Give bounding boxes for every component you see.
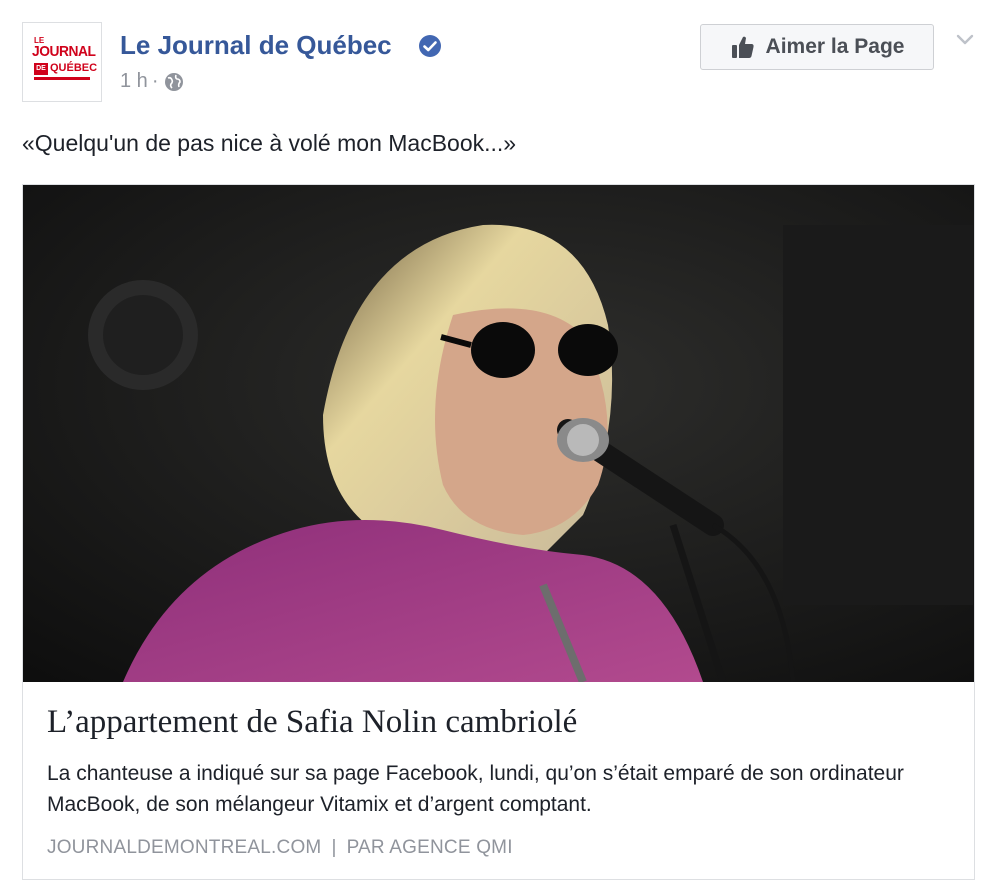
like-page-button[interactable]: Aimer la Page	[700, 24, 934, 70]
logo-bar	[34, 77, 90, 80]
source-separator: |	[331, 837, 337, 858]
verified-badge-icon	[419, 35, 441, 57]
post-timestamp[interactable]: 1 h	[120, 70, 148, 93]
page-name-link[interactable]: Le Journal de Québec	[120, 30, 392, 61]
link-preview-card[interactable]: L’appartement de Safia Nolin cambriolé L…	[22, 184, 975, 880]
like-page-label: Aimer la Page	[765, 35, 905, 58]
logo-quebec: QUÉBEC	[50, 62, 98, 74]
post-message: «Quelqu'un de pas nice à volé mon MacBoo…	[22, 130, 517, 156]
link-description: La chanteuse a indiqué sur sa page Faceb…	[47, 762, 904, 816]
logo-journal: JOURNAL	[32, 43, 96, 60]
link-title[interactable]: L’appartement de Safia Nolin cambriolé	[47, 704, 577, 741]
link-preview-image[interactable]	[23, 185, 974, 682]
thumbs-up-icon	[731, 36, 754, 58]
link-domain: JOURNALDEMONTREAL.COM	[47, 837, 322, 858]
link-preview-body[interactable]: L’appartement de Safia Nolin cambriolé L…	[23, 682, 974, 879]
chevron-down-icon[interactable]	[954, 28, 976, 50]
link-source: JOURNALDEMONTREAL.COM | PAR AGENCE QMI	[47, 837, 513, 859]
logo-de: DE	[34, 63, 48, 75]
link-author: PAR AGENCE QMI	[346, 837, 513, 858]
page-avatar[interactable]: LE JOURNAL DE QUÉBEC	[22, 22, 102, 102]
globe-icon[interactable]	[164, 72, 184, 92]
post-meta: 1 h ·	[120, 70, 184, 93]
meta-separator: ·	[151, 70, 159, 92]
journal-logo: LE JOURNAL DE QUÉBEC	[32, 36, 97, 90]
